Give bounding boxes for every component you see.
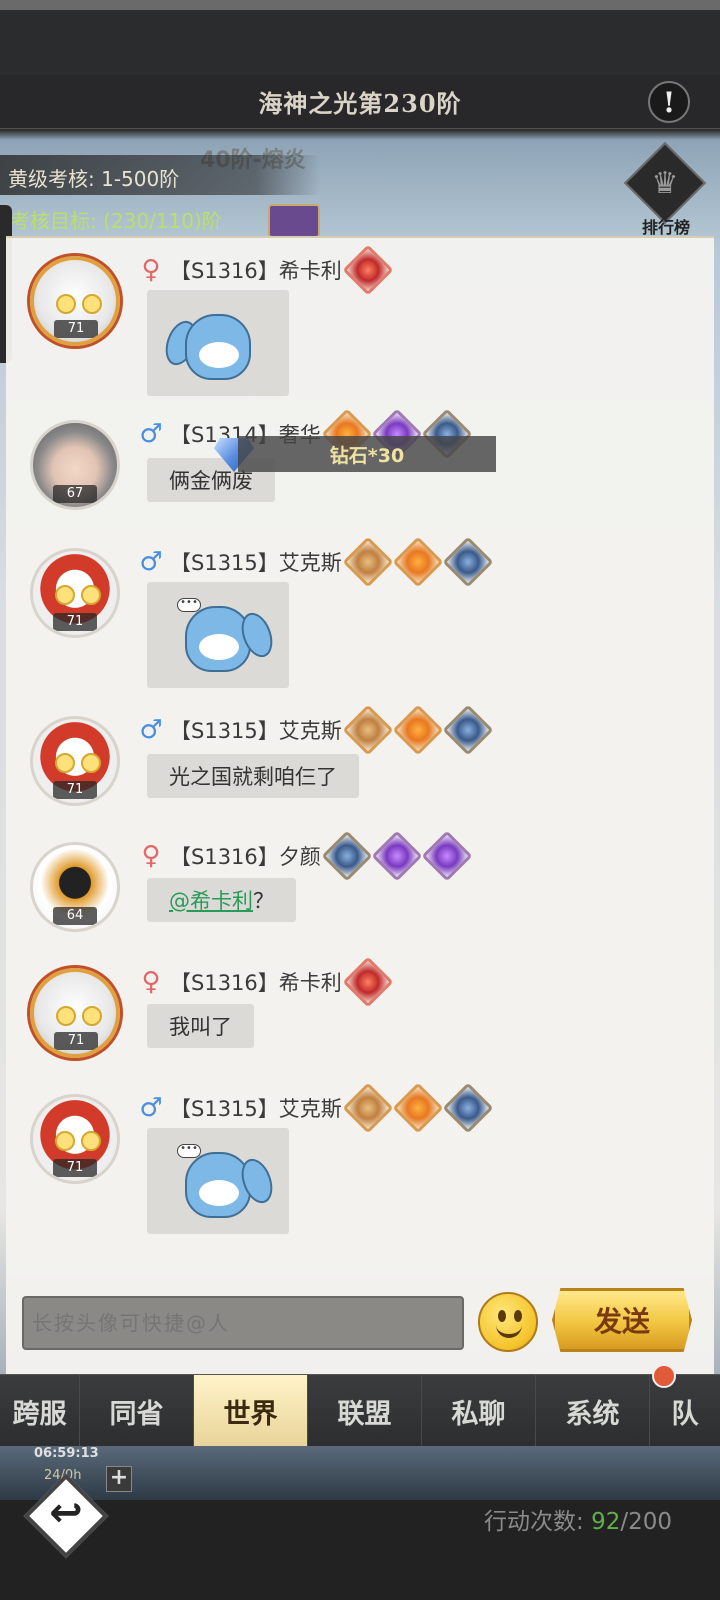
female-icon: ♀ [141, 967, 161, 997]
sender-server: 【S1316】 [170, 259, 279, 283]
avatar[interactable]: 71 [30, 716, 120, 806]
sender-line: ♀ 【S1316】希卡利 [138, 956, 400, 1008]
sender-server: 【S1316】 [170, 971, 279, 995]
send-button[interactable]: 发送 [552, 1288, 692, 1352]
avatar[interactable]: 71 [30, 968, 120, 1058]
reward-toast: 钻石*30 [238, 436, 496, 472]
smiley-icon[interactable] [478, 1292, 538, 1352]
sender-line: ♀ 【S1316】希卡利 [138, 244, 400, 296]
avatar[interactable]: 67 [30, 420, 120, 510]
rank-badge-icon [392, 704, 444, 756]
bunny-sticker-icon [185, 606, 251, 672]
male-icon: ♂ [139, 715, 163, 745]
rank-badge-icon [442, 536, 494, 588]
sender-line: ♂ 【S1315】艾克斯 [138, 704, 500, 756]
sender-line: ♂ 【S1315】艾克斯 [138, 536, 500, 588]
bottom-bar: 06:59:13 24/0h + ↩ 行动次数: 92/200 [0, 1446, 720, 1600]
sender-name: 夕颜 [278, 845, 321, 869]
sender-name: 希卡利 [278, 259, 342, 283]
avatar-level: 64 [53, 907, 97, 925]
avatar-level: 71 [53, 1159, 97, 1177]
sender-server: 【S1315】 [170, 1097, 279, 1121]
avatar[interactable]: 71 [30, 548, 120, 638]
bunny-sticker-icon [185, 314, 251, 380]
channel-tabs: 跨服 同省 世界 联盟 私聊 系统 队 [0, 1374, 720, 1447]
rank-badge-icon [442, 1082, 494, 1134]
action-count: 行动次数: 92/200 [484, 1509, 672, 1535]
chat-panel[interactable]: 71 ♀ 【S1316】希卡利 67 ♂ 【S1314】奢华 俩金俩废 71 ♂… [6, 236, 714, 1374]
message-text[interactable]: 光之国就剩咱仨了 [147, 754, 359, 798]
male-icon: ♂ [139, 547, 163, 577]
message-text[interactable]: @希卡利？ [147, 878, 296, 922]
avatar-level: 71 [54, 1032, 98, 1050]
rank-badge-icon [392, 536, 444, 588]
sticker-message[interactable]: ••• [147, 582, 289, 688]
exam-level-label: 黄级考核: 1-500阶 [0, 155, 320, 195]
sender-server: 【S1315】 [170, 719, 279, 743]
message-text[interactable]: 我叫了 [147, 1004, 254, 1048]
bunny-sticker-icon [185, 1152, 251, 1218]
avatar-level: 71 [53, 613, 97, 631]
sender-server: 【S1315】 [170, 551, 279, 575]
avatar-level: 67 [53, 485, 97, 503]
ranking-label: 排行榜 [641, 218, 690, 237]
rank-badge-icon [421, 830, 473, 882]
sender-name: 艾克斯 [278, 719, 342, 743]
sender-server: 【S1316】 [170, 845, 279, 869]
sender-name: 艾克斯 [278, 551, 342, 575]
exam-goal-label: 考核目标: (230/110)阶 [10, 209, 222, 233]
tab-province[interactable]: 同省 [80, 1375, 194, 1447]
add-energy-button[interactable]: + [106, 1466, 132, 1492]
avatar[interactable]: 71 [30, 1094, 120, 1184]
sticker-message[interactable]: ••• [147, 1128, 289, 1234]
sender-line: ♂ 【S1315】艾克斯 [138, 1082, 500, 1134]
rank-badge-icon [321, 830, 373, 882]
female-icon: ♀ [141, 841, 161, 871]
sender-name: 艾克斯 [278, 1097, 342, 1121]
sender-line: ♀ 【S1316】夕颜 [138, 830, 479, 882]
male-icon: ♂ [139, 419, 163, 449]
back-arrow-icon: ↩ [49, 1490, 83, 1536]
ranking-button[interactable]: ♛ 排行榜 [623, 141, 708, 237]
mention-link[interactable]: @希卡利 [169, 889, 253, 913]
avatar[interactable]: 71 [30, 256, 120, 346]
rank-badge-icon [342, 704, 394, 756]
rank-badge-icon [442, 704, 494, 756]
rank-badge-icon [342, 956, 394, 1008]
rank-badge-icon [392, 1082, 444, 1134]
rank-badge-icon [342, 536, 394, 588]
tab-alliance[interactable]: 联盟 [308, 1375, 422, 1447]
header-bar: 海神之光第230阶 ! [0, 75, 720, 129]
sticker-message[interactable] [147, 290, 289, 396]
rank-badge-icon [342, 244, 394, 296]
status-strip [0, 0, 720, 10]
chest-icon[interactable] [268, 204, 320, 238]
tab-private[interactable]: 私聊 [422, 1375, 536, 1447]
female-icon: ♀ [141, 255, 161, 285]
chat-input[interactable] [22, 1296, 464, 1350]
tab-world[interactable]: 世界 [194, 1375, 308, 1447]
page-title: 海神之光第230阶 [258, 89, 462, 118]
trophy-icon: ♛ [651, 166, 679, 201]
exclamation-icon[interactable]: ! [648, 81, 690, 123]
countdown-timer: 06:59:13 [34, 1446, 99, 1461]
avatar[interactable]: 64 [30, 842, 120, 932]
back-button[interactable]: ↩ [23, 1473, 109, 1559]
avatar-level: 71 [54, 320, 98, 338]
male-icon: ♂ [139, 1093, 163, 1123]
tab-cross-server[interactable]: 跨服 [0, 1375, 80, 1447]
rank-badge-icon [371, 830, 423, 882]
avatar-level: 71 [53, 781, 97, 799]
sender-name: 希卡利 [278, 971, 342, 995]
notification-dot [652, 1364, 676, 1388]
rank-badge-icon [342, 1082, 394, 1134]
tab-system[interactable]: 系统 [536, 1375, 650, 1447]
